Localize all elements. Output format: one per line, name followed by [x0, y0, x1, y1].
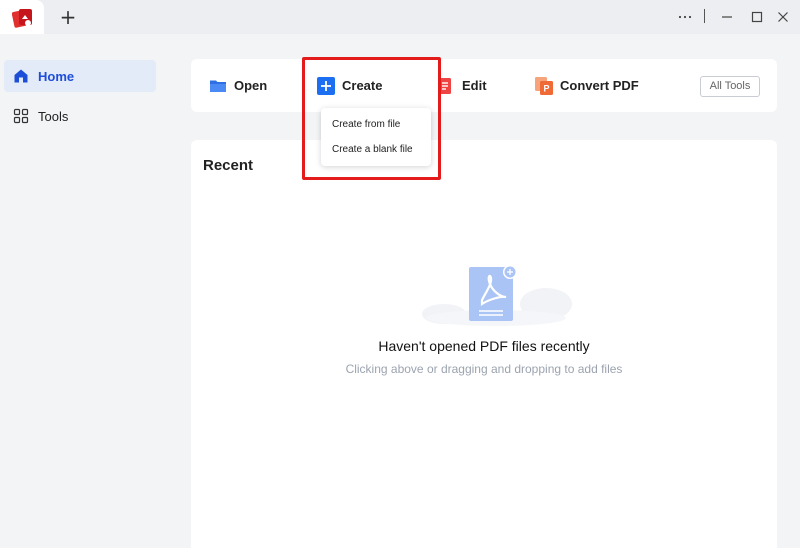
- maximize-icon[interactable]: [746, 6, 768, 28]
- quick-actions-bar: Open Create Edit P Convert PDF All Tools: [191, 59, 777, 112]
- svg-text:P: P: [543, 83, 549, 93]
- new-tab-button[interactable]: +: [58, 7, 78, 27]
- sidebar-item-tools[interactable]: Tools: [4, 100, 156, 132]
- empty-state-subtitle: Clicking above or dragging and dropping …: [345, 362, 623, 376]
- convert-pdf-button[interactable]: P Convert PDF: [535, 59, 639, 112]
- recent-title: Recent: [203, 157, 254, 174]
- sidebar-item-label: Tools: [38, 108, 69, 124]
- app-logo-icon: [12, 9, 32, 28]
- convert-pdf-icon: P: [535, 76, 553, 95]
- home-icon: [14, 69, 28, 83]
- all-tools-button[interactable]: All Tools: [700, 76, 760, 97]
- recent-panel: Recent Haven't opened PDF files recently…: [191, 140, 777, 548]
- open-button[interactable]: Open: [209, 59, 267, 112]
- grid-icon: [13, 108, 29, 124]
- minimize-icon[interactable]: [716, 6, 738, 28]
- sidebar-item-home[interactable]: Home: [4, 60, 156, 92]
- empty-state-title: Haven't opened PDF files recently: [378, 338, 590, 354]
- empty-pdf-illustration-icon: [422, 265, 572, 326]
- close-icon[interactable]: [772, 6, 794, 28]
- highlight-box: [302, 57, 441, 180]
- edit-button[interactable]: Edit: [437, 59, 487, 112]
- titlebar-divider: [704, 9, 705, 23]
- folder-icon: [210, 80, 226, 92]
- title-bar: +: [0, 0, 800, 34]
- app-tab[interactable]: [0, 0, 44, 34]
- sidebar-item-label: Home: [38, 68, 75, 84]
- more-icon[interactable]: [674, 6, 696, 28]
- sidebar: Home Tools: [0, 34, 164, 548]
